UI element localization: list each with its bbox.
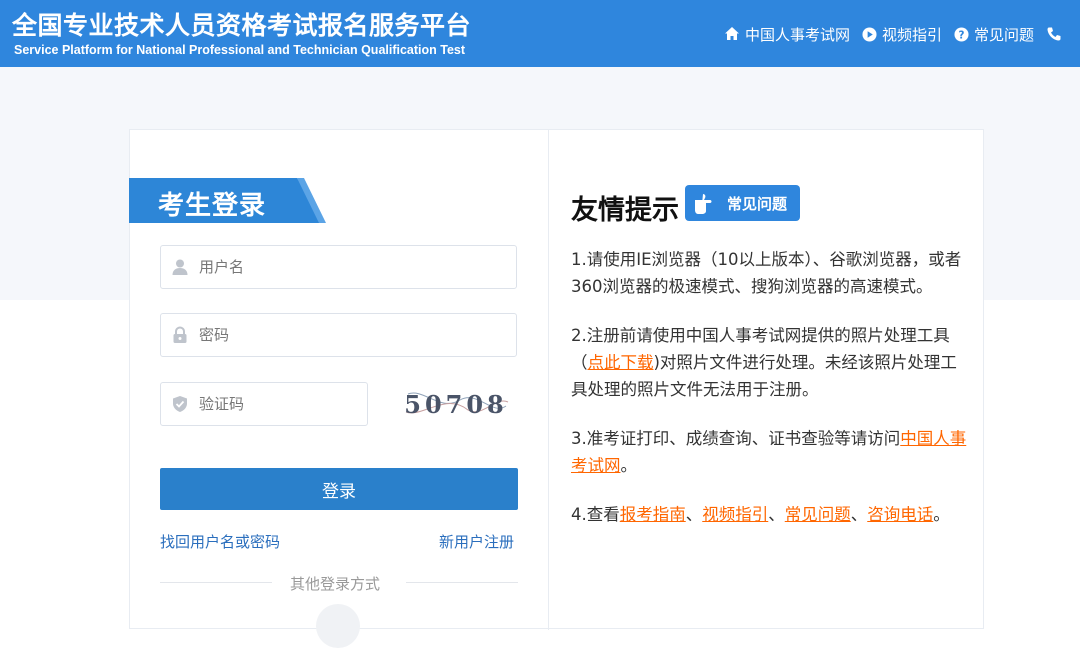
username-input[interactable] (197, 257, 501, 277)
faq-link[interactable]: 常见问题 (785, 505, 851, 524)
forgot-credentials-link[interactable]: 找回用户名或密码 (160, 531, 280, 552)
svg-text:?: ? (959, 29, 965, 41)
divider-line-right (406, 582, 518, 583)
tip-3: 3.准考证打印、成绩查询、证书查验等请访问中国人事考试网。 (571, 425, 971, 479)
login-title: 考生登录 (158, 191, 267, 221)
tip-separator: 、 (768, 505, 785, 524)
nav-item-phone[interactable] (1046, 26, 1067, 42)
shield-check-icon (173, 396, 187, 412)
tip-separator: 、 (850, 505, 868, 524)
phone-icon (1047, 27, 1061, 41)
captcha-text: 50708 (404, 390, 508, 419)
photo-tool-download-link[interactable]: 点此下载 (588, 353, 654, 372)
question-icon: ? (954, 26, 969, 42)
top-nav: 中国人事考试网 视频指引 ? 常见问题 (724, 22, 1079, 46)
platform-subtitle: Service Platform for National Profession… (14, 43, 466, 57)
password-input[interactable] (197, 325, 501, 345)
username-field[interactable] (160, 245, 517, 289)
register-link[interactable]: 新用户注册 (439, 531, 514, 552)
captcha-image[interactable]: 50708 (402, 382, 510, 426)
tip-1: 1.请使用IE浏览器（10以上版本）、谷歌浏览器，或者360浏览器的极速模式、搜… (571, 250, 962, 296)
nav-item-cpta[interactable]: 中国人事考试网 (724, 24, 850, 45)
tip-text: 3.准考证打印、成绩查询、证书查验等请访问 (571, 429, 901, 448)
user-icon (172, 259, 188, 275)
tip-4: 4.查看报考指南、视频指引、常见问题、咨询电话。 (571, 501, 971, 528)
tips-list: 1.请使用IE浏览器（10以上版本）、谷歌浏览器，或者360浏览器的极速模式、搜… (571, 246, 971, 550)
play-icon (862, 26, 877, 42)
login-card: 考生登录 50708 登录 找回用户名或密码 新用户注册 其他登录方式 友情提示… (129, 129, 984, 648)
lock-icon (173, 326, 187, 343)
captcha-field[interactable] (160, 382, 368, 426)
divider-line-left (160, 582, 272, 583)
tip-separator: 、 (685, 505, 703, 524)
faq-badge-label: 常见问题 (727, 194, 788, 213)
nav-item-label: 中国人事考试网 (745, 25, 851, 44)
tip-text: 。 (620, 456, 638, 475)
faq-badge-button[interactable]: 常见问题 (685, 185, 800, 221)
nav-item-label: 常见问题 (974, 25, 1035, 44)
platform-title: 全国专业技术人员资格考试报名服务平台 (12, 11, 472, 40)
nav-item-label: 视频指引 (882, 25, 943, 44)
card-divider (548, 130, 549, 630)
exam-guide-link[interactable]: 报考指南 (620, 505, 686, 524)
captcha-input[interactable] (197, 394, 361, 414)
video-guide-link[interactable]: 视频指引 (702, 505, 768, 524)
nav-item-faq[interactable]: ? 常见问题 (954, 24, 1034, 45)
tip-2: 2.注册前请使用中国人事考试网提供的照片处理工具（点此下载)对照片文件进行处理。… (571, 322, 971, 403)
hotline-link[interactable]: 咨询电话 (867, 505, 933, 524)
login-button[interactable]: 登录 (160, 468, 518, 510)
other-login-methods-label: 其他登录方式 (290, 575, 381, 593)
tip-text: 。 (933, 505, 950, 524)
top-header: 全国专业技术人员资格考试报名服务平台 Service Platform for … (0, 0, 1080, 67)
password-field[interactable] (160, 313, 517, 357)
pointing-hand-icon (695, 194, 712, 214)
tip-text: 4.查看 (571, 505, 620, 524)
nav-item-video-guide[interactable]: 视频指引 (862, 24, 942, 45)
home-icon (725, 27, 739, 40)
tips-title: 友情提示 (571, 195, 679, 226)
